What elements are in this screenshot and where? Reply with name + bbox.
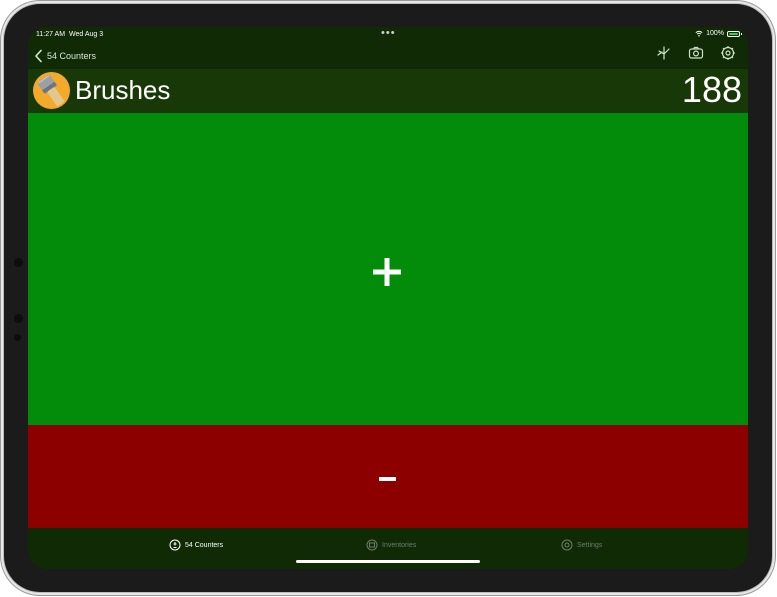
back-button-label: 54 Counters [47,51,97,61]
status-bar: 11:27 AM Wed Aug 3 ••• 100% [28,27,748,43]
nav-actions [656,45,736,61]
camera-icon[interactable] [688,45,704,61]
tab-inventories[interactable]: Inventories [366,539,416,551]
increment-button[interactable] [28,113,748,425]
status-time: 11:27 AM [36,31,66,38]
side-button [14,314,23,323]
status-indicators: 100% [695,30,742,37]
tab-settings-label: Settings [577,541,603,549]
paint-brush-icon [37,75,64,106]
minus-icon [379,477,396,481]
multitasking-dots-icon[interactable]: ••• [381,27,396,39]
navigation-bar: 54 Counters [28,43,748,69]
battery-icon [727,30,742,37]
counter-icon [169,539,181,551]
home-indicator[interactable] [296,560,480,563]
inventory-icon [366,539,378,551]
tab-counters[interactable]: 54 Counters [169,539,223,551]
side-button [14,334,21,341]
decrement-button[interactable] [28,425,748,528]
counter-value: 188 [681,69,742,110]
status-date: Wed Aug 3 [69,31,104,38]
chevron-left-icon [35,49,42,63]
avatar [33,72,70,109]
tab-bar: 54 Counters Inventories Settings [28,528,748,569]
chart-pin-icon[interactable] [656,45,672,61]
gear-icon [561,539,573,551]
side-button [14,258,23,267]
counter-title: Brushes [75,75,171,105]
tab-settings[interactable]: Settings [561,539,602,551]
battery-percent: 100% [706,30,724,37]
wifi-icon [695,30,703,37]
settings-gear-icon[interactable] [720,45,736,61]
tab-counters-label: 54 Counters [185,541,224,549]
tab-inventories-label: Inventories [382,541,417,549]
app-screen: 11:27 AM Wed Aug 3 ••• 100% 54 Counters [28,27,748,569]
counter-header: Brushes 188 [28,69,748,113]
plus-icon [373,258,401,286]
back-button[interactable]: 54 Counters [34,46,96,66]
